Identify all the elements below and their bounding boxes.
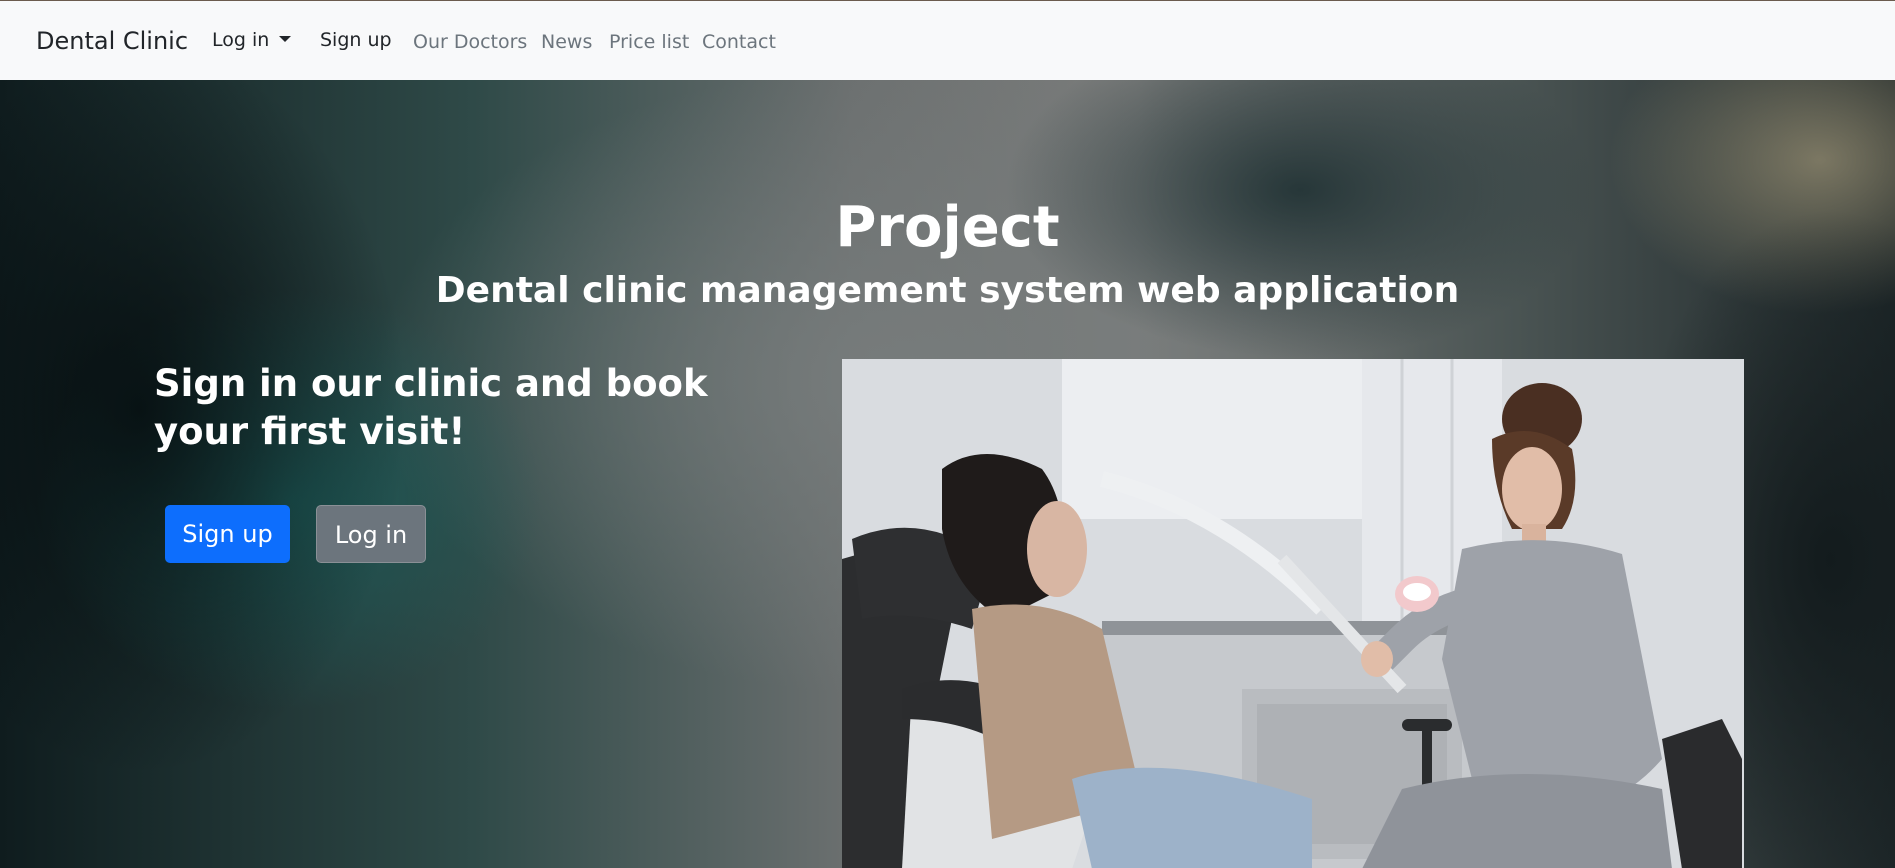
brand-link[interactable]: Dental Clinic bbox=[36, 27, 188, 55]
page-title: Project bbox=[835, 195, 1060, 260]
page-subtitle: Dental clinic management system web appl… bbox=[435, 270, 1460, 311]
navbar: Dental Clinic Log in Sign up Our Doctors… bbox=[0, 0, 1895, 80]
dentist-consultation-illustration bbox=[842, 359, 1744, 868]
dental-clinic-photo bbox=[842, 359, 1744, 868]
hero-section: Project Dental clinic management system … bbox=[0, 80, 1895, 868]
login-button[interactable]: Log in bbox=[316, 505, 426, 563]
chevron-down-icon bbox=[279, 36, 292, 42]
nav-news[interactable]: News bbox=[541, 31, 592, 53]
login-dropdown[interactable]: Log in bbox=[212, 29, 292, 51]
cta-heading: Sign in our clinic and book your first v… bbox=[154, 362, 708, 453]
nav-price-list[interactable]: Price list bbox=[609, 31, 689, 53]
nav-signup-link[interactable]: Sign up bbox=[320, 29, 392, 51]
login-dropdown-label: Log in bbox=[212, 29, 270, 51]
nav-our-doctors[interactable]: Our Doctors bbox=[413, 31, 527, 53]
signup-button[interactable]: Sign up bbox=[165, 505, 290, 563]
nav-contact[interactable]: Contact bbox=[702, 31, 776, 53]
